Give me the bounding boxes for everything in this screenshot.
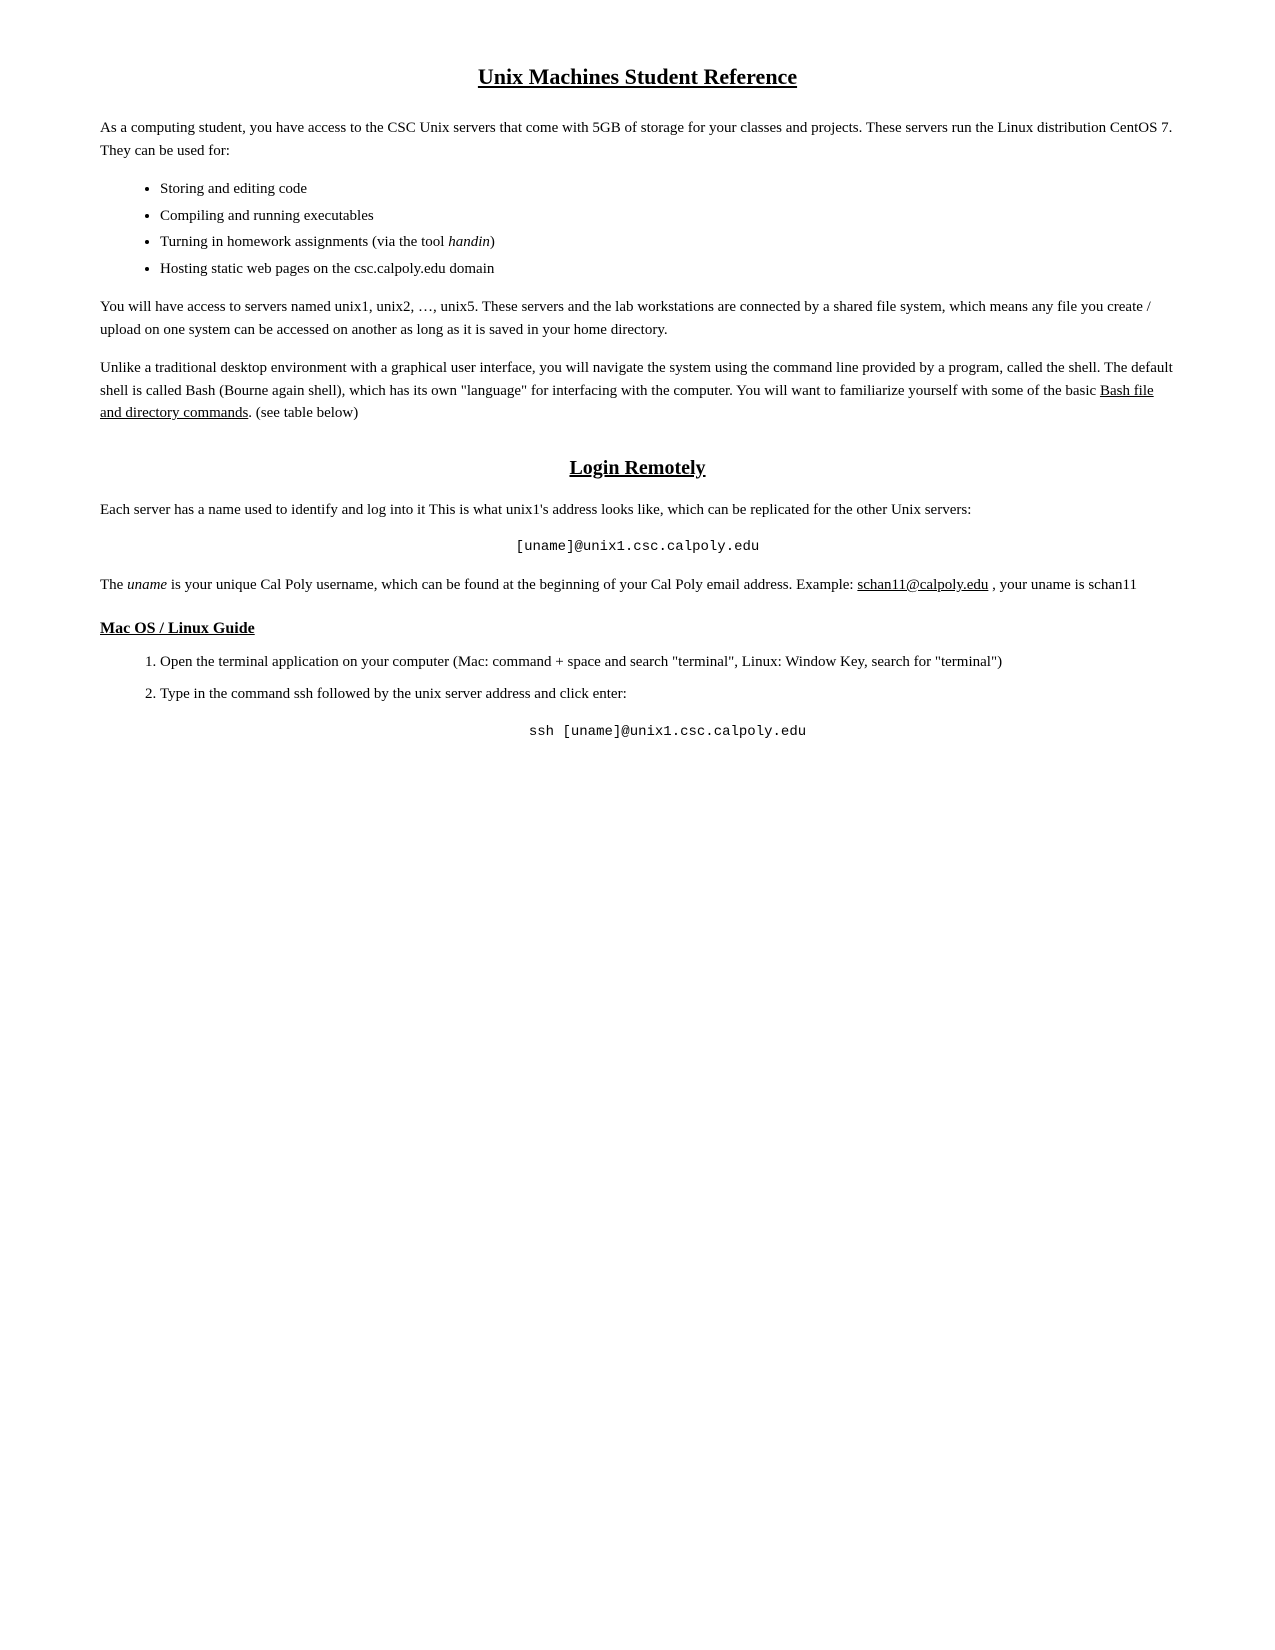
paragraph-2: You will have access to servers named un… <box>100 296 1175 341</box>
list-item: Storing and editing code <box>160 178 1175 201</box>
login-p2-middle: is your unique Cal Poly username, which … <box>167 577 857 593</box>
list-item: Compiling and running executables <box>160 205 1175 228</box>
uname-italic: uname <box>127 577 167 593</box>
paragraph-3-prefix: Unlike a traditional desktop environment… <box>100 360 1173 399</box>
list-item: Type in the command ssh followed by the … <box>160 683 1175 743</box>
login-p2-prefix: The <box>100 577 127 593</box>
bullet-list: Storing and editing code Compiling and r… <box>160 178 1175 280</box>
macos-section-title: Mac OS / Linux Guide <box>100 617 1175 641</box>
step-2-text: Type in the command ssh followed by the … <box>160 686 627 702</box>
login-paragraph-2: The uname is your unique Cal Poly userna… <box>100 574 1175 597</box>
list-item: Turning in homework assignments (via the… <box>160 231 1175 254</box>
login-paragraph-1: Each server has a name used to identify … <box>100 499 1175 522</box>
bullet-item-3-prefix: Turning in homework assignments (via the… <box>160 234 448 250</box>
paragraph-3: Unlike a traditional desktop environment… <box>100 357 1175 425</box>
paragraph-3-suffix: . (see table below) <box>248 405 358 421</box>
macos-steps-list: Open the terminal application on your co… <box>160 651 1175 743</box>
login-code-1: [uname]@unix1.csc.calpoly.edu <box>100 537 1175 558</box>
bullet-item-3-suffix: ) <box>490 234 495 250</box>
handin-italic: handin <box>448 234 490 250</box>
intro-paragraph: As a computing student, you have access … <box>100 117 1175 162</box>
login-p2-suffix: , your uname is schan11 <box>988 577 1137 593</box>
email-link[interactable]: schan11@calpoly.edu <box>857 577 988 593</box>
list-item: Open the terminal application on your co… <box>160 651 1175 674</box>
list-item: Hosting static web pages on the csc.calp… <box>160 258 1175 281</box>
macos-code: ssh [uname]@unix1.csc.calpoly.edu <box>160 722 1175 743</box>
page-title: Unix Machines Student Reference <box>100 60 1175 93</box>
login-section-title: Login Remotely <box>100 453 1175 483</box>
